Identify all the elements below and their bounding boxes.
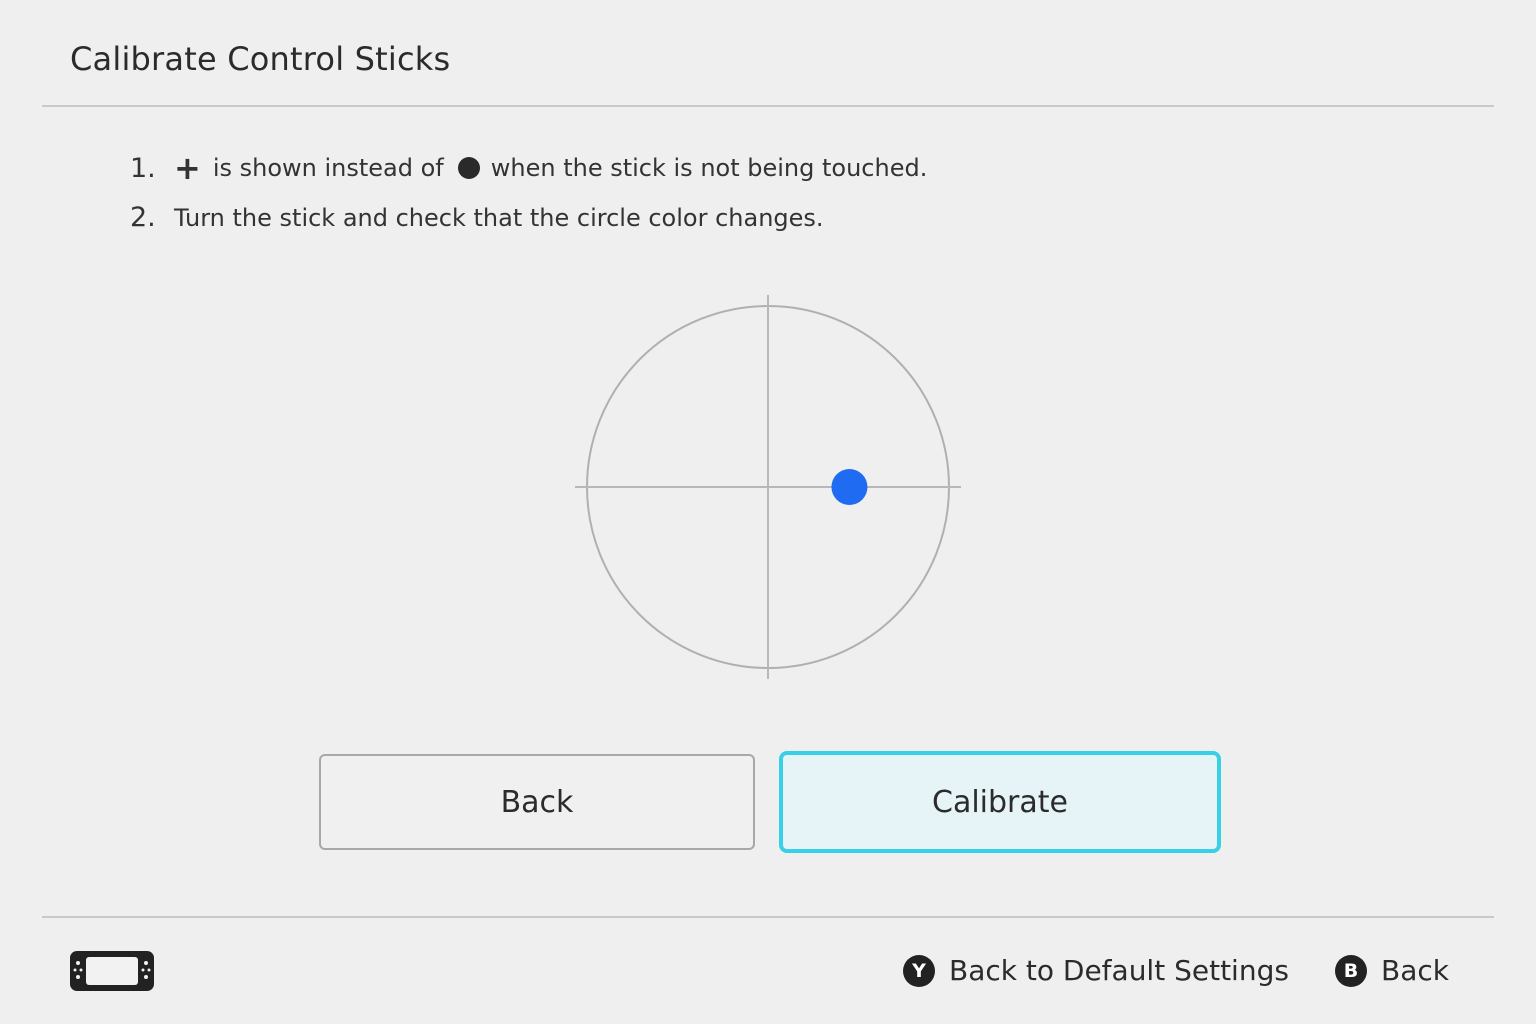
instruction-number: 1. xyxy=(130,152,156,184)
page-title: Calibrate Control Sticks xyxy=(70,40,451,78)
instruction-text: Turn the stick and check that the circle… xyxy=(174,203,824,232)
calibrate-button[interactable]: Calibrate xyxy=(779,751,1221,853)
b-button-icon: B xyxy=(1335,954,1367,987)
plus-icon: + xyxy=(174,149,201,187)
y-button-icon: Y xyxy=(903,954,935,987)
back-to-default-settings-label: Back to Default Settings xyxy=(949,954,1289,987)
footer-back-action[interactable]: B Back xyxy=(1335,954,1449,987)
instruction-text: is shown instead of xyxy=(212,154,444,182)
back-to-default-settings-action[interactable]: Y Back to Default Settings xyxy=(903,954,1289,987)
handheld-console-icon xyxy=(70,951,154,991)
instruction-1: 1. + is shown instead of when the stick … xyxy=(130,152,927,184)
instruction-text: when the stick is not being touched. xyxy=(490,154,928,182)
dot-icon xyxy=(457,157,480,179)
calibrate-control-sticks-screen: Calibrate Control Sticks 1. + is shown i… xyxy=(0,0,1536,1024)
back-button[interactable]: Back xyxy=(319,754,755,850)
header-divider xyxy=(42,105,1494,107)
instruction-2: 2. Turn the stick and check that the cir… xyxy=(130,202,824,233)
footer-divider xyxy=(42,916,1494,918)
footer-back-label: Back xyxy=(1381,954,1449,987)
stick-position-display xyxy=(575,295,961,679)
instruction-number: 2. xyxy=(130,202,156,233)
stick-position-indicator xyxy=(831,469,868,505)
